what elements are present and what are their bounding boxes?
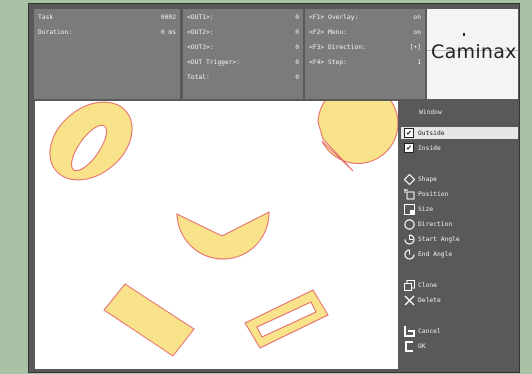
start-angle-option[interactable]: Start Angle: [401, 233, 518, 245]
brand-name: Caminax: [431, 41, 517, 63]
status-row-out-trigger: <OUT Trigger>: 0: [183, 59, 303, 71]
size-option[interactable]: Size: [401, 203, 518, 215]
status-row-task: Task 0002: [34, 14, 180, 26]
status-key: <OUT Trigger>:: [187, 59, 241, 66]
status-value: [+]: [409, 44, 421, 51]
cancel-icon: [403, 325, 415, 337]
pacman-window[interactable]: [317, 83, 399, 172]
end-angle-label: End Angle: [418, 250, 453, 258]
status-value: 0: [295, 44, 299, 51]
size-label: Size: [418, 205, 434, 213]
outside-label: Outside: [418, 129, 445, 137]
sector-window[interactable]: [176, 211, 270, 260]
status-row-total: Total: 0: [183, 74, 303, 86]
cancel-button[interactable]: Cancel: [401, 325, 518, 337]
delete-option[interactable]: Delete: [401, 294, 518, 306]
inside-label: Inside: [418, 144, 441, 152]
end-angle-option[interactable]: End Angle: [401, 248, 518, 260]
end-angle-icon: [403, 248, 415, 260]
delete-label: Delete: [418, 296, 441, 304]
status-value: 0002: [160, 14, 176, 21]
position-option[interactable]: Position: [401, 188, 518, 200]
delete-x-icon: [403, 294, 415, 306]
status-panel-functions: <F1> Overlay: on <F2> Menu: on <F3> Dire…: [305, 9, 425, 99]
shapes-layer: [49, 83, 399, 357]
status-key: <OUT1>:: [187, 14, 214, 21]
ok-button[interactable]: OK: [401, 340, 518, 352]
image-canvas[interactable]: [35, 83, 399, 369]
status-key: <OUT3>:: [187, 44, 214, 51]
menu-title: Window: [419, 109, 442, 116]
logo-mark: [463, 33, 465, 36]
rectangle-window[interactable]: [103, 283, 195, 357]
status-value: on: [413, 14, 421, 21]
size-icon: [403, 203, 415, 215]
inside-option[interactable]: ✔ Inside: [401, 142, 518, 154]
clone-icon: [403, 279, 415, 291]
status-row-f3-direction: <F3> Direction: [+]: [305, 44, 425, 56]
status-row-f4-step: <F4> Step: 1: [305, 59, 425, 71]
direction-label: Direction: [418, 220, 453, 228]
checkbox-checked-icon[interactable]: ✔: [403, 142, 415, 154]
clone-label: Clone: [418, 281, 437, 289]
status-row-out2: <OUT2>: 0: [183, 29, 303, 41]
status-key: <F3> Direction:: [309, 44, 366, 51]
clone-option[interactable]: Clone: [401, 279, 518, 291]
status-value: 0: [295, 14, 299, 21]
start-angle-label: Start Angle: [418, 235, 460, 243]
status-value: on: [413, 29, 421, 36]
status-value: 0: [295, 29, 299, 36]
diamond-icon: [403, 173, 415, 185]
checkmark-icon: ✔: [404, 128, 414, 138]
status-row-out1: <OUT1>: 0: [183, 14, 303, 26]
ok-icon: [403, 340, 415, 352]
brand-logo: Caminax: [427, 9, 518, 99]
cancel-label: Cancel: [418, 327, 441, 335]
ring-window[interactable]: [49, 101, 133, 181]
application-window: Task 0002 Duration: 0 ms <OUT1>: 0 <OUT2…: [28, 3, 520, 373]
outside-option[interactable]: ✔ Outside: [401, 127, 518, 139]
checkbox-checked-icon[interactable]: ✔: [403, 127, 415, 139]
checkmark-icon: ✔: [404, 143, 414, 153]
status-value: 1: [417, 59, 421, 66]
status-value: 0 ms: [160, 29, 176, 36]
position-icon: [403, 188, 415, 200]
status-panel-task: Task 0002 Duration: 0 ms: [34, 9, 180, 99]
status-value: 0: [295, 59, 299, 66]
start-angle-icon: [403, 233, 415, 245]
status-key: <F1> Overlay:: [309, 14, 359, 21]
status-row-f2-menu: <F2> Menu: on: [305, 29, 425, 41]
direction-option[interactable]: Direction: [401, 218, 518, 230]
status-key: Task: [38, 14, 54, 21]
status-key: <OUT2>:: [187, 29, 214, 36]
circle-direction-icon: [403, 218, 415, 230]
status-panel-outputs: <OUT1>: 0 <OUT2>: 0 <OUT3>: 0 <OUT Trigg…: [183, 9, 303, 99]
position-label: Position: [418, 190, 449, 198]
status-key: Total:: [187, 74, 210, 81]
window-menu: Window ✔ Outside ✔ Inside Shape Position…: [401, 101, 518, 369]
frame-window[interactable]: [244, 289, 329, 349]
status-row-f1-overlay: <F1> Overlay: on: [305, 14, 425, 26]
status-key: <F4> Step:: [309, 59, 347, 66]
ok-label: OK: [418, 342, 426, 350]
status-key: Duration:: [38, 29, 73, 36]
status-row-duration: Duration: 0 ms: [34, 29, 180, 41]
shape-option[interactable]: Shape: [401, 173, 518, 185]
status-value: 0: [295, 74, 299, 81]
status-row-out3: <OUT3>: 0: [183, 44, 303, 56]
status-key: <F2> Menu:: [309, 29, 347, 36]
shape-label: Shape: [418, 175, 437, 183]
